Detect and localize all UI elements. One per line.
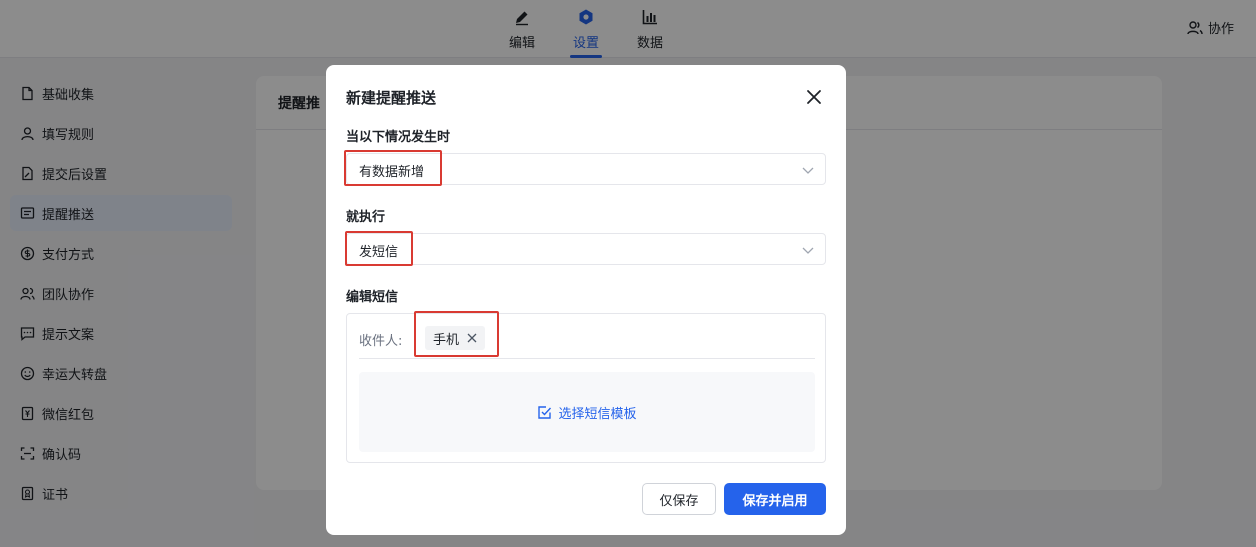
- sms-editor: 收件人: 手机 选择短信模板: [346, 313, 826, 463]
- save-and-enable-button[interactable]: 保存并启用: [724, 483, 826, 515]
- action-select-value: 发短信: [359, 245, 399, 260]
- close-icon[interactable]: [467, 333, 477, 343]
- new-reminder-dialog: 新建提醒推送 当以下情况发生时 有数据新增 就执行 发短信 编辑短信 收件人: …: [326, 65, 846, 535]
- action-select[interactable]: 发短信: [346, 233, 826, 265]
- chevron-down-icon: [802, 167, 814, 174]
- recipient-chip-label: 手机: [433, 332, 460, 348]
- checkbox-icon: [538, 405, 552, 419]
- recipient-label: 收件人:: [359, 334, 403, 349]
- trigger-select-value: 有数据新增: [359, 165, 425, 180]
- chevron-down-icon: [802, 247, 814, 254]
- recipient-chip[interactable]: 手机: [425, 326, 486, 350]
- trigger-label: 当以下情况发生时: [346, 130, 451, 145]
- dialog-title: 新建提醒推送: [346, 89, 437, 107]
- close-icon[interactable]: [804, 87, 824, 107]
- select-template-label: 选择短信模板: [558, 406, 637, 422]
- select-template-button[interactable]: 选择短信模板: [359, 372, 815, 452]
- save-only-button[interactable]: 仅保存: [642, 483, 716, 515]
- action-label: 就执行: [346, 210, 386, 225]
- trigger-select[interactable]: 有数据新增: [346, 153, 826, 185]
- sms-label: 编辑短信: [346, 290, 399, 305]
- divider: [359, 358, 815, 359]
